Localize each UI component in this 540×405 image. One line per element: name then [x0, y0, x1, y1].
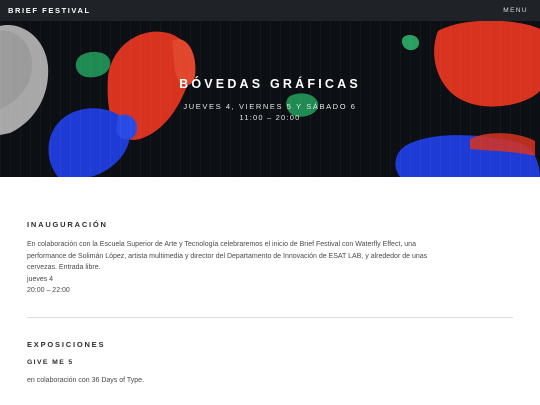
top-nav-bar: BRIEF FESTIVAL MENU: [0, 0, 540, 21]
exhibition-description: en colaboración con 36 Days of Type.: [27, 376, 145, 384]
menu-button[interactable]: MENU: [503, 7, 528, 14]
event-day: jueves 4: [27, 275, 54, 283]
hero-dates: JUEVES 4, VIERNES 5 Y SÁBADO 6: [183, 102, 357, 111]
description-line: En colaboración con la Escuela Superior …: [27, 241, 416, 248]
section-heading-inauguracion: INAUGURACIÓN: [27, 220, 108, 229]
hero-title: BÓVEDAS GRÁFICAS: [179, 77, 361, 91]
hero-time: 11:00 – 20:00: [239, 113, 301, 122]
exhibition-title: GIVE ME 5: [27, 358, 74, 366]
main-content: INAUGURACIÓN En colaboración con la Escu…: [27, 177, 513, 386]
hero-banner: BÓVEDAS GRÁFICAS JUEVES 4, VIERNES 5 Y S…: [0, 21, 540, 177]
description-line: cervezas. Entrada libre.: [27, 264, 101, 271]
brand-logo-text[interactable]: BRIEF FESTIVAL: [8, 6, 91, 15]
inauguracion-description: En colaboración con la Escuela Superior …: [27, 239, 513, 297]
event-time: 20:00 – 22:00: [27, 287, 70, 294]
hero-text-block: BÓVEDAS GRÁFICAS JUEVES 4, VIERNES 5 Y S…: [0, 21, 540, 177]
description-line: performance de Solimán López, artista mu…: [27, 252, 428, 260]
section-heading-exposiciones: EXPOSICIONES: [27, 339, 106, 349]
